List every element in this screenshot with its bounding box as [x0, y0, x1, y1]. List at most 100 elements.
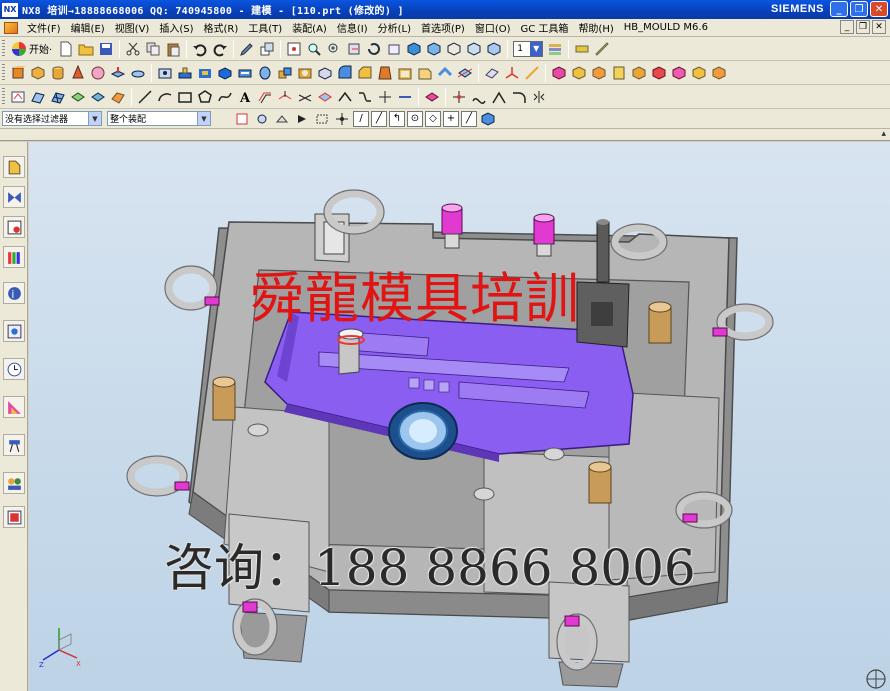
menu-view[interactable]: 视图(V): [110, 20, 155, 35]
menu-help[interactable]: 帮助(H): [573, 20, 618, 35]
shell-icon[interactable]: [396, 64, 414, 82]
show-hide-icon[interactable]: [258, 40, 276, 58]
menu-preferences[interactable]: 首选项(P): [416, 20, 470, 35]
menu-analysis[interactable]: 分析(L): [373, 20, 416, 35]
menu-window[interactable]: 窗口(O): [470, 20, 516, 35]
zoom-in-out-icon[interactable]: [325, 40, 343, 58]
menu-assemblies[interactable]: 装配(A): [287, 20, 332, 35]
subinsert-icon[interactable]: [630, 64, 648, 82]
rectangle-icon[interactable]: [176, 88, 194, 106]
join-curve-icon[interactable]: [336, 88, 354, 106]
title-bar[interactable]: NX NX8 培训→18888668006 QQ: 740945800 - 建模…: [0, 0, 890, 19]
menu-hb-mould[interactable]: HB_MOULD M6.6: [619, 22, 713, 33]
select-body-icon[interactable]: [273, 110, 291, 128]
fillet-curve-icon[interactable]: [510, 88, 528, 106]
graphics-window[interactable]: 舜龍模具培訓 咨询：188 8866 8006 Z X: [29, 142, 890, 691]
through-mesh-icon[interactable]: [49, 88, 67, 106]
pocket-icon[interactable]: [196, 64, 214, 82]
subtract-icon[interactable]: [296, 64, 314, 82]
zoom-icon[interactable]: [305, 40, 323, 58]
select-component-icon[interactable]: [293, 110, 311, 128]
close-button[interactable]: ✕: [870, 1, 888, 17]
deselect-all-icon[interactable]: [313, 110, 331, 128]
menu-format[interactable]: 格式(R): [199, 20, 244, 35]
curve-analysis-icon[interactable]: [423, 88, 441, 106]
snap-midpoint-icon[interactable]: ╱: [371, 110, 387, 127]
shaded-icon[interactable]: [405, 40, 423, 58]
revolve-icon[interactable]: [129, 64, 147, 82]
doc-minimize-button[interactable]: _: [840, 20, 854, 34]
snap-point-on-curve-icon[interactable]: ╱: [461, 110, 477, 127]
measure-icon[interactable]: [593, 40, 611, 58]
intersection-curve-icon[interactable]: [296, 88, 314, 106]
undo-icon[interactable]: [191, 40, 209, 58]
roles-icon[interactable]: [3, 472, 25, 494]
through-curves-icon[interactable]: [29, 88, 47, 106]
process-studio-icon[interactable]: [3, 434, 25, 456]
edge-blend-icon[interactable]: [336, 64, 354, 82]
gate-icon[interactable]: [650, 64, 668, 82]
doc-close-button[interactable]: ✕: [872, 20, 886, 34]
offset-curve-icon[interactable]: [256, 88, 274, 106]
law-curve-icon[interactable]: [490, 88, 508, 106]
start-button[interactable]: 开始·: [8, 39, 56, 59]
cone-icon[interactable]: [69, 64, 87, 82]
chamfer-icon[interactable]: [356, 64, 374, 82]
restore-button[interactable]: ❐: [850, 1, 868, 17]
boss-icon[interactable]: [176, 64, 194, 82]
spline-icon[interactable]: [216, 88, 234, 106]
pan-icon[interactable]: [345, 40, 363, 58]
divide-curve-icon[interactable]: [396, 88, 414, 106]
wcs-icon[interactable]: [573, 40, 591, 58]
menu-edit[interactable]: 编辑(E): [66, 20, 110, 35]
minimize-button[interactable]: _: [830, 1, 848, 17]
arc-icon[interactable]: [156, 88, 174, 106]
menu-information[interactable]: 信息(I): [332, 20, 373, 35]
doc-restore-button[interactable]: ❐: [856, 20, 870, 34]
cut-icon[interactable]: [124, 40, 142, 58]
text-icon[interactable]: A: [236, 88, 254, 106]
save-icon[interactable]: [97, 40, 115, 58]
general-selection-icon[interactable]: [233, 110, 251, 128]
n-sided-icon[interactable]: [89, 88, 107, 106]
slider-lifter-icon[interactable]: [610, 64, 628, 82]
trim-body-icon[interactable]: [456, 64, 474, 82]
block-icon[interactable]: [29, 64, 47, 82]
project-curve-icon[interactable]: [276, 88, 294, 106]
edit-object-icon[interactable]: [238, 40, 256, 58]
selection-scope-dropdown[interactable]: 整个装配 ▼: [107, 111, 211, 126]
part-navigator-icon[interactable]: [3, 216, 25, 238]
slot-icon[interactable]: [236, 64, 254, 82]
toolbar-grip[interactable]: [2, 87, 5, 106]
intersect-icon[interactable]: [316, 64, 334, 82]
cooling-icon[interactable]: [690, 64, 708, 82]
toolbar-grip[interactable]: [2, 63, 5, 82]
ejector-pin-icon[interactable]: [590, 64, 608, 82]
assembly-navigator-icon[interactable]: [3, 156, 25, 178]
sketch-icon[interactable]: [9, 88, 27, 106]
mould-wizard-icon[interactable]: [9, 64, 27, 82]
history-icon[interactable]: [3, 358, 25, 380]
pad-icon[interactable]: [216, 64, 234, 82]
extrude-icon[interactable]: [109, 64, 127, 82]
view-orientation-icon[interactable]: [858, 661, 888, 691]
draft-icon[interactable]: [376, 64, 394, 82]
mirror-curve-icon[interactable]: [530, 88, 548, 106]
snap-point-on-surface-icon[interactable]: [479, 110, 497, 128]
thicken-icon[interactable]: [436, 64, 454, 82]
runner-icon[interactable]: [670, 64, 688, 82]
hidden-edges-icon[interactable]: [465, 40, 483, 58]
toolbar-grip[interactable]: [2, 39, 5, 58]
open-folder-icon[interactable]: [77, 40, 95, 58]
copy-icon[interactable]: [144, 40, 162, 58]
snap-endpoint-icon[interactable]: /: [353, 110, 369, 127]
constraint-navigator-icon[interactable]: [3, 186, 25, 208]
bridge-surface-icon[interactable]: [109, 88, 127, 106]
shaded-edges-icon[interactable]: [425, 40, 443, 58]
snap-quadrant-icon[interactable]: ◇: [425, 110, 441, 127]
work-layer-dropdown[interactable]: 1 ▼: [513, 40, 544, 57]
menu-tools[interactable]: 工具(T): [243, 20, 287, 35]
rotate-icon[interactable]: [365, 40, 383, 58]
polygon-icon[interactable]: [196, 88, 214, 106]
swept-icon[interactable]: [69, 88, 87, 106]
